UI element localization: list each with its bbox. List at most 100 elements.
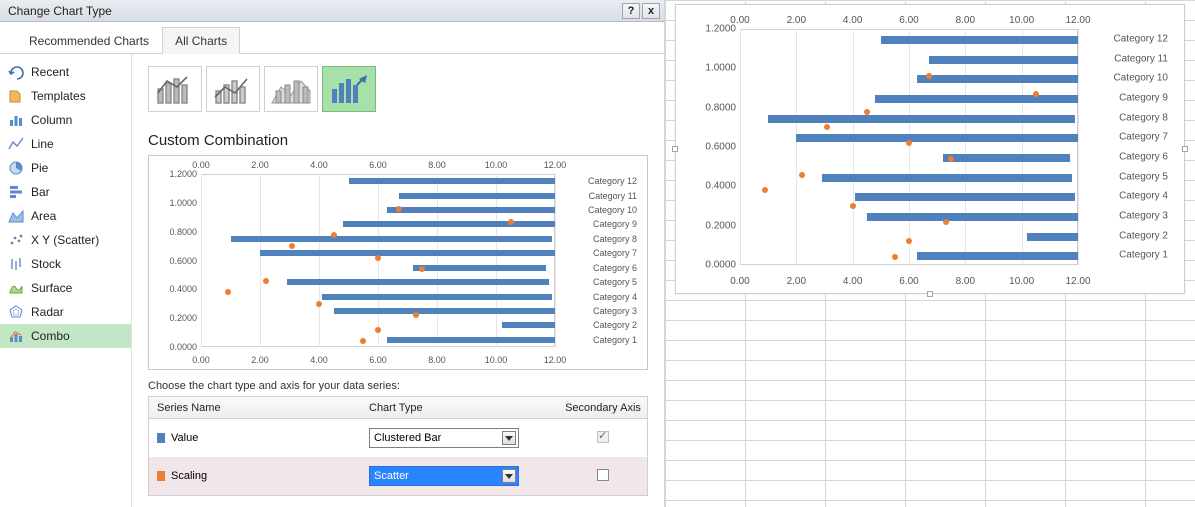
category-label: Category 5 — [593, 277, 637, 287]
tab-all[interactable]: All Charts — [162, 27, 240, 54]
x-tick: 4.00 — [310, 355, 328, 365]
sidebar-item-radar[interactable]: Radar — [0, 300, 131, 324]
scatter-point — [762, 187, 768, 193]
sidebar-item-templates[interactable]: Templates — [0, 84, 131, 108]
bar — [413, 265, 546, 271]
category-label: Category 10 — [588, 205, 637, 215]
series-swatch — [157, 433, 165, 443]
recent-icon — [8, 64, 24, 80]
series-name: Scaling — [171, 470, 207, 482]
sidebar-item-line[interactable]: Line — [0, 132, 131, 156]
category-label: Category 12 — [1114, 33, 1168, 44]
dialog-title: Change Chart Type — [8, 4, 112, 18]
dropdown-value: Scatter — [374, 470, 409, 482]
secondary-axis-checkbox[interactable] — [597, 431, 609, 443]
resize-handle[interactable] — [672, 146, 678, 152]
scatter-point — [375, 327, 381, 333]
sidebar-item-label: Templates — [31, 89, 86, 103]
sidebar-item-area[interactable]: Area — [0, 204, 131, 228]
x-tick: 2.00 — [787, 276, 806, 287]
close-button[interactable]: x — [642, 3, 660, 19]
sidebar-item-stock[interactable]: Stock — [0, 252, 131, 276]
scatter-point — [864, 109, 870, 115]
sidebar-item-combo[interactable]: Combo — [0, 324, 131, 348]
y-tick: 0.2000 — [686, 220, 736, 231]
tab-recommended[interactable]: Recommended Charts — [16, 27, 162, 54]
scatter-point — [263, 278, 269, 284]
series-name: Value — [171, 432, 198, 444]
bar — [822, 174, 1073, 182]
scatter-point — [850, 203, 856, 209]
chart-type-dropdown[interactable]: Clustered Bar — [369, 428, 519, 448]
series-swatch — [157, 471, 165, 481]
category-label: Category 6 — [1119, 151, 1168, 162]
category-label: Category 2 — [593, 320, 637, 330]
scatter-point — [948, 156, 954, 162]
bar — [875, 95, 1078, 103]
preview-chart: 0.000.002.002.004.004.006.006.008.008.00… — [155, 160, 641, 367]
scatter-point — [508, 219, 514, 225]
category-label: Category 7 — [1119, 132, 1168, 143]
bar — [768, 115, 1075, 123]
bar — [867, 213, 1078, 221]
sidebar-item-bar[interactable]: Bar — [0, 180, 131, 204]
x-tick: 8.00 — [428, 160, 446, 170]
x-tick: 6.00 — [899, 15, 918, 26]
x-tick: 4.00 — [310, 160, 328, 170]
sidebar-item-column[interactable]: Column — [0, 108, 131, 132]
sidebar-item-label: X Y (Scatter) — [31, 233, 99, 247]
sidebar-item-recent[interactable]: Recent — [0, 60, 131, 84]
bar — [855, 193, 1075, 201]
category-label: Category 3 — [1119, 210, 1168, 221]
combo-preset-3[interactable] — [264, 66, 318, 112]
category-label: Category 7 — [593, 248, 637, 258]
bar — [334, 308, 555, 314]
x-tick: 12.00 — [544, 355, 567, 365]
x-tick: 10.00 — [485, 160, 508, 170]
y-tick: 0.8000 — [155, 227, 197, 237]
bar — [387, 337, 555, 343]
resize-handle[interactable] — [927, 291, 933, 297]
sidebar-item-label: Recent — [31, 65, 69, 79]
sidebar-item-scatter[interactable]: X Y (Scatter) — [0, 228, 131, 252]
bar — [231, 236, 553, 242]
resize-handle[interactable] — [1182, 146, 1188, 152]
sidebar-item-pie[interactable]: Pie — [0, 156, 131, 180]
series-table: Series Name Chart Type Secondary Axis Va… — [148, 396, 648, 496]
combo-icon — [8, 328, 24, 344]
y-tick: 0.0000 — [155, 342, 197, 352]
x-tick: 6.00 — [369, 355, 387, 365]
combo-preset-1[interactable] — [148, 66, 202, 112]
bar — [349, 178, 556, 184]
radar-icon — [8, 304, 24, 320]
x-tick: 10.00 — [1009, 15, 1034, 26]
y-tick: 0.8000 — [686, 102, 736, 113]
chart-preview: 0.000.002.002.004.004.006.006.008.008.00… — [148, 155, 648, 370]
category-label: Category 12 — [588, 176, 637, 186]
scatter-point — [906, 238, 912, 244]
chart-type-dropdown[interactable]: Scatter — [369, 466, 519, 486]
help-button[interactable]: ? — [622, 3, 640, 19]
bar — [929, 56, 1078, 64]
scatter-point — [943, 219, 949, 225]
series-row[interactable]: Value Clustered Bar — [149, 419, 647, 457]
category-label: Category 6 — [593, 263, 637, 273]
secondary-axis-checkbox[interactable] — [597, 469, 609, 481]
sidebar-item-label: Column — [31, 113, 72, 127]
scatter-point — [799, 172, 805, 178]
combo-preset-custom[interactable] — [322, 66, 376, 112]
series-row[interactable]: Scaling Scatter — [149, 457, 647, 495]
category-label: Category 1 — [593, 335, 637, 345]
col-chart-type: Chart Type — [369, 402, 559, 414]
embedded-chart-object[interactable]: 0.000.002.002.004.004.006.006.008.008.00… — [675, 4, 1185, 294]
sidebar-item-surface[interactable]: Surface — [0, 276, 131, 300]
category-label: Category 4 — [1119, 191, 1168, 202]
scatter-point — [289, 243, 295, 249]
x-tick: 2.00 — [787, 15, 806, 26]
sidebar-item-label: Area — [31, 209, 56, 223]
y-tick: 0.2000 — [155, 313, 197, 323]
combo-preset-2[interactable] — [206, 66, 260, 112]
category-label: Category 9 — [593, 219, 637, 229]
y-tick: 0.4000 — [155, 284, 197, 294]
dialog-titlebar: Change Chart Type ? x — [0, 0, 664, 22]
